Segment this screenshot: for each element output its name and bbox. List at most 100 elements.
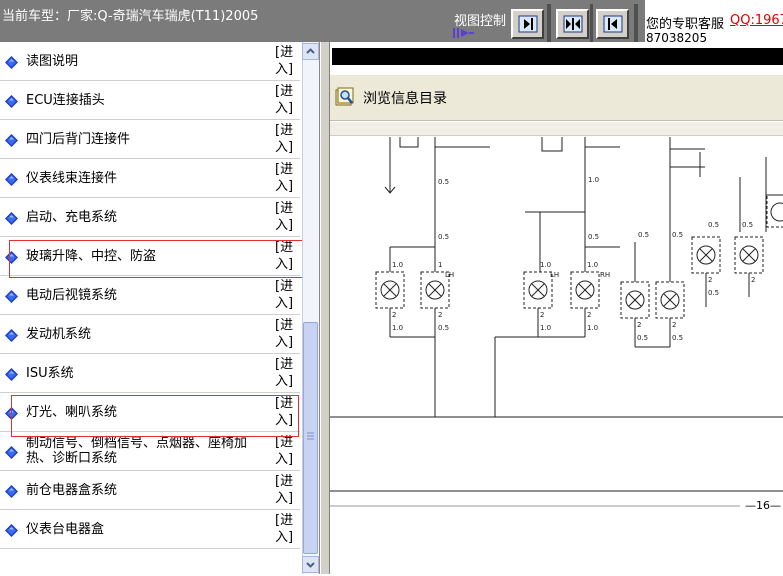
svg-text:2: 2 <box>392 311 396 319</box>
list-item[interactable]: 仪表台电器盒 [进 入] <box>0 510 300 549</box>
chevron-up-icon <box>306 48 315 54</box>
list-item[interactable]: 启动、充电系统 [进 入] <box>0 198 300 237</box>
toolbar-separator <box>547 4 551 42</box>
list-item[interactable]: ECU连接插头 [进 入] <box>0 81 300 120</box>
list-item[interactable]: 电动后视镜系统 [进 入] <box>0 276 300 315</box>
svg-text:1.0: 1.0 <box>588 176 599 184</box>
diamond-bullet-icon <box>5 485 18 498</box>
enter-link[interactable]: [进 入] <box>275 200 297 234</box>
svg-text:2: 2 <box>672 321 676 329</box>
svg-text:1.0: 1.0 <box>540 261 551 269</box>
svg-text:1.0: 1.0 <box>392 261 403 269</box>
scroll-up-button[interactable] <box>302 43 319 60</box>
content-panel: 浏览信息目录 0.5 1.0 0.5 0.5 0.5 0.5 0.5 0.5 1… <box>330 42 783 574</box>
list-item[interactable]: 前仓电器盒系统 [进 入] <box>0 471 300 510</box>
svg-text:0.5: 0.5 <box>637 334 648 342</box>
svg-text:RH: RH <box>600 271 610 279</box>
svg-text:0.5: 0.5 <box>438 178 449 186</box>
svg-text:2: 2 <box>708 276 712 284</box>
svg-text:0.5: 0.5 <box>742 221 753 229</box>
diamond-bullet-icon <box>5 524 18 537</box>
enter-link[interactable]: [进 入] <box>275 44 297 78</box>
list-item[interactable]: 读图说明 [进 入] <box>0 42 300 81</box>
qq-link[interactable]: QQ:1967 <box>730 13 783 28</box>
diamond-bullet-icon <box>5 134 18 147</box>
svg-text:1.0: 1.0 <box>587 261 598 269</box>
svg-text:0.5: 0.5 <box>708 221 719 229</box>
list-item-label[interactable]: 仪表线束连接件 <box>26 171 251 186</box>
svg-text:2: 2 <box>751 276 755 284</box>
view-right-panel-button[interactable] <box>596 9 629 39</box>
svg-text:0.5: 0.5 <box>672 334 683 342</box>
list-item-label[interactable]: 仪表台电器盒 <box>26 522 251 537</box>
enter-link[interactable]: [进 入] <box>275 317 297 351</box>
list-item-label[interactable]: 制动信号、倒档信号、点烟器、座椅加热、诊断口系统 <box>26 436 251 466</box>
svg-text:2: 2 <box>438 311 442 319</box>
scroll-thumb[interactable] <box>303 322 318 554</box>
svg-text:0.5: 0.5 <box>708 289 719 297</box>
scroll-down-button[interactable] <box>302 556 319 573</box>
top-header: 当前车型：厂家:Q-奇瑞汽车瑞虎(T11)2005 视图控制 您的专职客服 QQ… <box>0 0 783 45</box>
enter-link[interactable]: [进 入] <box>275 512 297 546</box>
panel-divider[interactable] <box>320 42 330 574</box>
chevron-down-icon <box>306 562 315 568</box>
wiring-diagram[interactable]: 0.5 1.0 0.5 0.5 0.5 0.5 0.5 0.5 1.0 1 1.… <box>330 137 783 574</box>
diamond-bullet-icon <box>5 368 18 381</box>
browse-directory-icon[interactable] <box>335 87 355 107</box>
expand-left-icon <box>603 15 623 33</box>
list-item-label[interactable]: 四门后背门连接件 <box>26 132 251 147</box>
svg-text:0.5: 0.5 <box>588 233 599 241</box>
view-split-button[interactable] <box>556 9 589 39</box>
list-item-label[interactable]: 前仓电器盒系统 <box>26 483 251 498</box>
svg-text:1.0: 1.0 <box>540 324 551 332</box>
view-control-icon <box>453 28 474 38</box>
diamond-bullet-icon <box>5 290 18 303</box>
diamond-bullet-icon <box>5 95 18 108</box>
svg-text:0.5: 0.5 <box>438 233 449 241</box>
diamond-bullet-icon <box>5 446 18 459</box>
svg-text:1.0: 1.0 <box>587 324 598 332</box>
enter-link[interactable]: [进 入] <box>275 161 297 195</box>
enter-link[interactable]: [进 入] <box>275 473 297 507</box>
view-left-panel-button[interactable] <box>511 9 544 39</box>
list-item[interactable]: 制动信号、倒档信号、点烟器、座椅加热、诊断口系统 [进 入] <box>0 432 300 471</box>
toolbar-separator <box>590 4 593 42</box>
current-vehicle-label: 当前车型：厂家:Q-奇瑞汽车瑞虎(T11)2005 <box>2 9 259 24</box>
svg-text:0.5: 0.5 <box>638 231 649 239</box>
svg-text:2: 2 <box>637 321 641 329</box>
list-item[interactable]: 四门后背门连接件 [进 入] <box>0 120 300 159</box>
svg-text:1: 1 <box>438 261 442 269</box>
content-header-bar <box>332 48 783 65</box>
highlight-box <box>9 240 304 278</box>
list-item-label[interactable]: 发动机系统 <box>26 327 251 342</box>
split-view-icon <box>563 15 583 33</box>
list-item-label[interactable]: ECU连接插头 <box>26 93 251 108</box>
browse-toolbar: 浏览信息目录 <box>330 75 783 121</box>
diamond-bullet-icon <box>5 173 18 186</box>
svg-text:0.5: 0.5 <box>438 324 449 332</box>
diamond-bullet-icon <box>5 329 18 342</box>
browse-title: 浏览信息目录 <box>363 91 447 107</box>
enter-link[interactable]: [进 入] <box>275 434 297 468</box>
enter-link[interactable]: [进 入] <box>275 356 297 390</box>
enter-link[interactable]: [进 入] <box>275 278 297 312</box>
content-subbar <box>330 122 783 136</box>
page-number: —16— <box>745 499 781 512</box>
list-item[interactable]: 仪表线束连接件 [进 入] <box>0 159 300 198</box>
enter-link[interactable]: [进 入] <box>275 122 297 156</box>
list-item-label[interactable]: 电动后视镜系统 <box>26 288 251 303</box>
list-item-label[interactable]: ISU系统 <box>26 366 251 381</box>
service-label: 您的专职客服 <box>646 17 725 32</box>
expand-right-icon <box>518 15 538 33</box>
highlight-box <box>11 395 299 437</box>
toolbar-separator <box>634 4 638 42</box>
list-item[interactable]: ISU系统 [进 入] <box>0 354 300 393</box>
list-item[interactable]: 发动机系统 [进 入] <box>0 315 300 354</box>
svg-text:2: 2 <box>587 311 591 319</box>
svg-text:1.0: 1.0 <box>392 324 403 332</box>
svg-text:LH: LH <box>550 271 559 279</box>
svg-text:LH: LH <box>445 271 454 279</box>
enter-link[interactable]: [进 入] <box>275 83 297 117</box>
list-item-label[interactable]: 读图说明 <box>26 54 251 69</box>
list-item-label[interactable]: 启动、充电系统 <box>26 210 251 225</box>
